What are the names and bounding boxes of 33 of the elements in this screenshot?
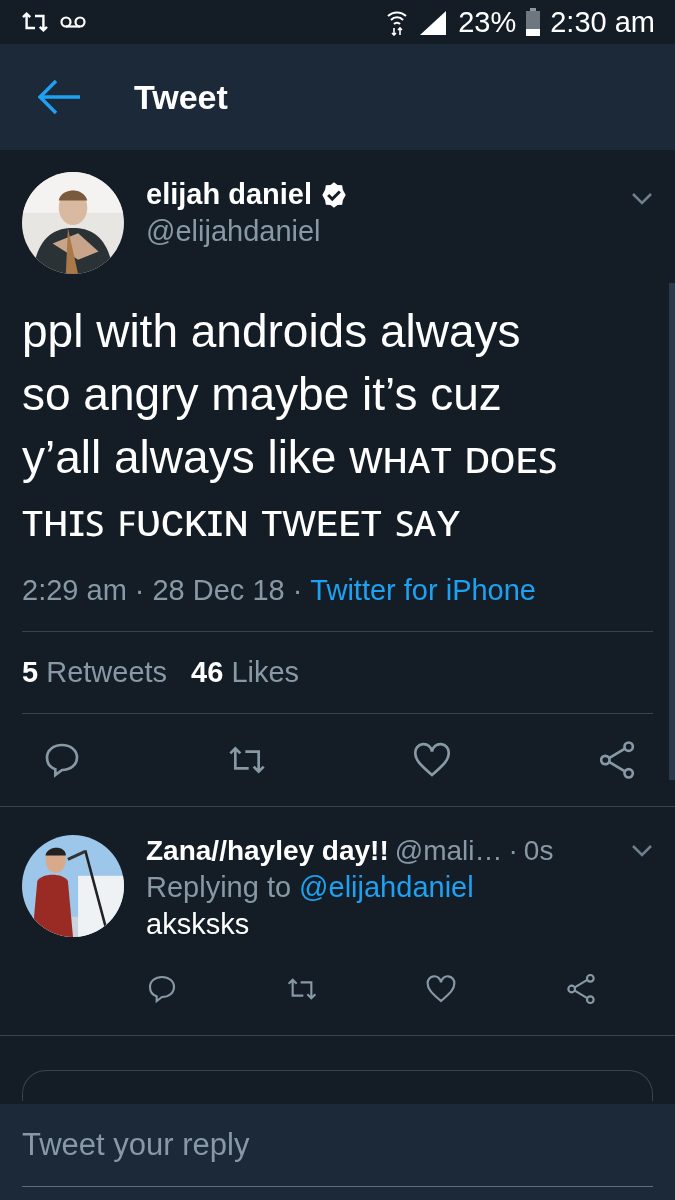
separator-dot: · xyxy=(508,835,518,867)
signal-icon xyxy=(418,9,449,35)
reply-age: 0s xyxy=(523,835,554,867)
tweet-source-link[interactable]: Twitter for iPhone xyxy=(310,574,536,607)
reply-handle: @mali… xyxy=(394,835,503,867)
replying-to-label: Replying to xyxy=(146,871,292,904)
voicemail-icon xyxy=(60,15,86,29)
separator-dot: · xyxy=(292,574,303,607)
header-title: Tweet xyxy=(134,77,228,117)
share-icon[interactable] xyxy=(597,740,637,780)
tweet-time: 2:29 am xyxy=(22,574,127,607)
author-handle: @elijahdaniel xyxy=(146,215,322,248)
reply-text: aksksks xyxy=(146,908,251,941)
share-icon[interactable] xyxy=(564,973,597,1005)
reply-bar[interactable]: Tweet your reply xyxy=(0,1104,675,1200)
chevron-down-icon[interactable] xyxy=(631,192,653,206)
mention-link[interactable]: @elijahdaniel xyxy=(299,871,474,904)
back-arrow-icon[interactable] xyxy=(38,79,80,115)
wifi-icon xyxy=(386,8,409,36)
separator-dot: · xyxy=(134,574,145,607)
battery-icon xyxy=(526,8,541,36)
chevron-down-icon[interactable] xyxy=(631,844,653,858)
author-name: elijah daniel xyxy=(146,178,312,211)
reply-icon[interactable] xyxy=(146,973,178,1005)
clock: 2:30 am xyxy=(550,5,655,39)
stat-count[interactable]: 46 Likes xyxy=(191,656,300,689)
heart-icon[interactable] xyxy=(425,973,458,1005)
reply-author-name: Zana//hayley day!! xyxy=(146,835,389,867)
stat-count[interactable]: 5 Retweets xyxy=(22,656,168,689)
retweet-icon xyxy=(20,10,50,34)
battery-percentage: 23% xyxy=(458,5,517,39)
tweet-date: 28 Dec 18 xyxy=(152,574,285,607)
tweet-text: ppl with androids always so angry maybe it’s cuz y’all always like ᴡʜᴀᴛ ᴅᴏᴇꜱ ᴛʜɪꜱ ꜰᴜᴄᴋɪɴ ᴛᴡᴇᴇᴛ ꜱᴀʏ xyxy=(22,304,558,548)
